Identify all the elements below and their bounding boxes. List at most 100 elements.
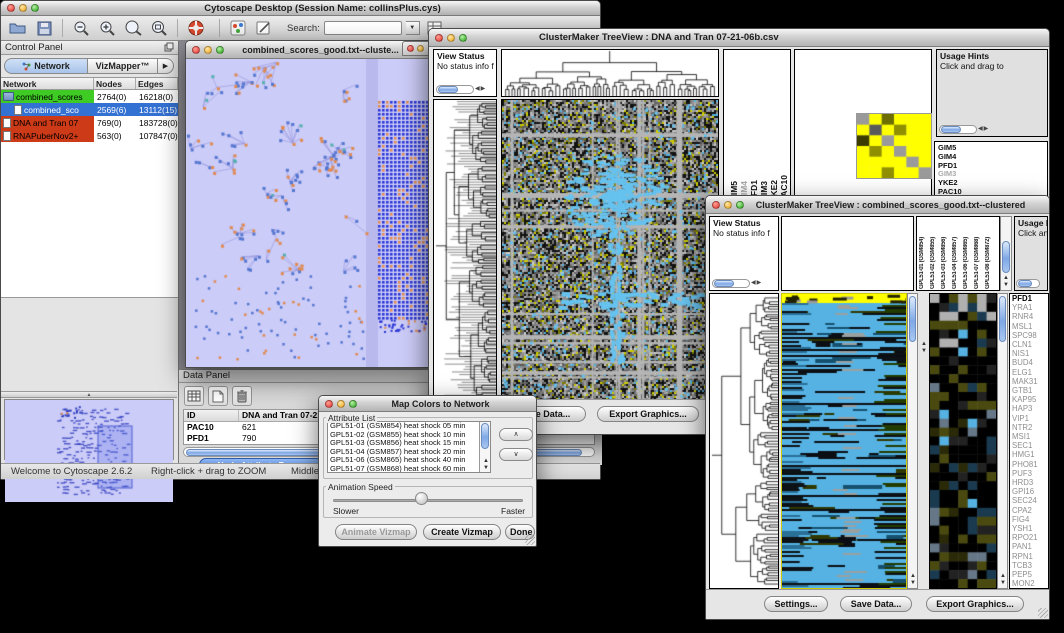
- zoom-window-icon[interactable]: [349, 400, 357, 408]
- delete-attribute-icon[interactable]: [232, 386, 252, 406]
- column-id[interactable]: ID: [184, 410, 239, 421]
- main-titlebar[interactable]: Cytoscape Desktop (Session Name: collins…: [1, 1, 600, 16]
- network-list-row[interactable]: combined_sco2569(6)13112(15): [1, 103, 178, 116]
- export-graphics-button[interactable]: Export Graphics...: [597, 406, 699, 422]
- gene-label[interactable]: MSI1: [1010, 432, 1048, 441]
- minimize-icon[interactable]: [204, 46, 212, 54]
- export-graphics-button[interactable]: Export Graphics...: [926, 596, 1024, 612]
- gene-label[interactable]: RNR4: [1010, 312, 1048, 321]
- gene-label[interactable]: PHO81: [1010, 460, 1048, 469]
- view-status-scrollbar[interactable]: ◀▶: [436, 84, 485, 94]
- gene-label[interactable]: YRA1: [1010, 303, 1048, 312]
- animate-vizmap-button[interactable]: Animate Vizmap: [335, 524, 417, 540]
- correlation-matrix-canvas[interactable]: [856, 113, 932, 179]
- gene-label[interactable]: HAP3: [1010, 404, 1048, 413]
- row-dendrogram-panel[interactable]: [433, 99, 497, 401]
- zoom-heatmap-canvas[interactable]: [930, 294, 996, 588]
- save-icon[interactable]: [33, 18, 55, 38]
- view-status-scrollbar[interactable]: ◀▶: [712, 278, 761, 288]
- column-dendrogram-canvas[interactable]: [502, 50, 718, 96]
- minimize-icon[interactable]: [724, 201, 732, 209]
- network-list-row[interactable]: combined_scores2764(0)16218(0): [1, 90, 178, 103]
- gene-label[interactable]: PAN1: [1010, 542, 1048, 551]
- zoom-window-icon[interactable]: [216, 46, 224, 54]
- create-vizmap-button[interactable]: Create Vizmap: [423, 524, 501, 540]
- zoom-selected-icon[interactable]: [122, 18, 144, 38]
- resize-grip[interactable]: [1038, 608, 1048, 618]
- heatmap-canvas[interactable]: [782, 294, 906, 588]
- scrollbar-thumb[interactable]: [481, 423, 489, 449]
- heatmap-panel[interactable]: [781, 293, 907, 589]
- minimize-icon[interactable]: [19, 4, 27, 12]
- speed-slider-track[interactable]: [333, 499, 523, 502]
- minimize-icon[interactable]: [417, 45, 424, 52]
- network-list-row[interactable]: RNAPuberNov2+563(0)107847(0): [1, 129, 178, 142]
- save-data-button[interactable]: Save Data...: [840, 596, 912, 612]
- gene-label[interactable]: NTR2: [1010, 423, 1048, 432]
- close-icon[interactable]: [435, 34, 443, 42]
- gene-label[interactable]: PFD1: [1010, 294, 1048, 303]
- column-nodes[interactable]: Nodes: [94, 78, 136, 89]
- column-dendrogram-panel[interactable]: [501, 49, 719, 97]
- zoom-heatmap-vscrollbar[interactable]: ▲▼: [997, 293, 1008, 589]
- gene-label[interactable]: TCB3: [1010, 561, 1048, 570]
- gene-label[interactable]: SEC24: [1010, 496, 1048, 505]
- close-icon[interactable]: [712, 201, 720, 209]
- usage-hints-scrollbar[interactable]: [1016, 279, 1040, 288]
- pane-arrows[interactable]: ▲▼: [919, 341, 929, 355]
- select-attributes-icon[interactable]: [184, 386, 204, 406]
- row-dendrogram-canvas[interactable]: [710, 294, 778, 588]
- gene-label[interactable]: CPA2: [1010, 506, 1048, 515]
- move-down-button[interactable]: ∨: [499, 448, 533, 461]
- attribute-item[interactable]: GPL51-07 (GSM868) heat shock 60 min: [328, 465, 490, 473]
- column-edges[interactable]: Edges: [136, 78, 178, 89]
- search-dropdown-icon[interactable]: ▼: [406, 21, 420, 35]
- settings-button[interactable]: Settings...: [764, 596, 828, 612]
- zoom-window-icon[interactable]: [459, 34, 467, 42]
- gene-label[interactable]: PEP5: [1010, 570, 1048, 579]
- gene-label[interactable]: MSL1: [1010, 322, 1048, 331]
- birdseye-canvas[interactable]: [5, 400, 173, 502]
- gene-label[interactable]: BUD4: [1010, 358, 1048, 367]
- gene-label[interactable]: NIS1: [1010, 349, 1048, 358]
- panel-splitter[interactable]: ▲: [1, 391, 177, 398]
- row-dendrogram-panel[interactable]: [709, 293, 779, 589]
- gene-label[interactable]: VIP1: [1010, 414, 1048, 423]
- attribute-list-scrollbar[interactable]: ▲▼: [479, 422, 490, 472]
- zoom-out-icon[interactable]: [70, 18, 92, 38]
- scrollbar-thumb[interactable]: [1002, 241, 1010, 273]
- gene-label[interactable]: ELG1: [1010, 368, 1048, 377]
- column-dendrogram-panel[interactable]: [781, 216, 914, 291]
- gene-label[interactable]: SPC98: [1010, 331, 1048, 340]
- heatmap-canvas[interactable]: [502, 100, 718, 400]
- zoom-window-icon[interactable]: [31, 4, 39, 12]
- vizmap-icon[interactable]: [227, 18, 249, 38]
- help-lifering-icon[interactable]: [185, 18, 207, 38]
- gene-label[interactable]: GPI16: [1010, 487, 1048, 496]
- zoom-fit-icon[interactable]: [148, 18, 170, 38]
- treeview2-titlebar[interactable]: ClusterMaker TreeView : combined_scores_…: [706, 196, 1049, 214]
- close-icon[interactable]: [192, 46, 200, 54]
- gene-label[interactable]: RPN1: [1010, 552, 1048, 561]
- gene-label[interactable]: CLN1: [1010, 340, 1048, 349]
- speed-slider-thumb[interactable]: [415, 492, 428, 505]
- close-icon[interactable]: [407, 45, 414, 52]
- gene-label[interactable]: RPO21: [1010, 533, 1048, 542]
- gene-label[interactable]: KAP95: [1010, 395, 1048, 404]
- gene-label[interactable]: FIG4: [1010, 515, 1048, 524]
- zoom-in-icon[interactable]: [96, 18, 118, 38]
- resize-grip[interactable]: [525, 535, 535, 545]
- birdseye-view[interactable]: [4, 399, 174, 460]
- network-canvas[interactable]: [186, 59, 431, 367]
- move-up-button[interactable]: ∧: [499, 428, 533, 441]
- close-icon[interactable]: [7, 4, 15, 12]
- usage-hints-scrollbar[interactable]: ◀▶: [939, 124, 988, 134]
- new-attribute-icon[interactable]: [208, 386, 228, 406]
- minimize-icon[interactable]: [337, 400, 345, 408]
- search-input[interactable]: [324, 21, 402, 35]
- close-icon[interactable]: [325, 400, 333, 408]
- gene-label[interactable]: GTB1: [1010, 386, 1048, 395]
- gene-label[interactable]: MON2: [1010, 579, 1048, 588]
- gene-label[interactable]: HMG1: [1010, 450, 1048, 459]
- dialog-titlebar[interactable]: Map Colors to Network: [319, 396, 536, 412]
